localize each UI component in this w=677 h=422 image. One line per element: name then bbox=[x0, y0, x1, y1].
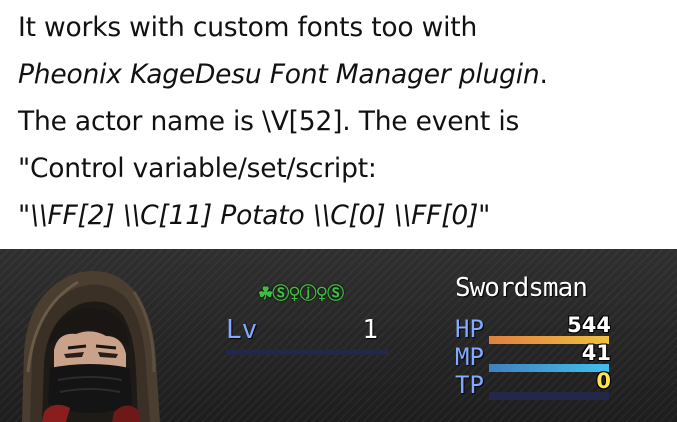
hp-value: 544 bbox=[567, 313, 611, 337]
level-underline bbox=[226, 349, 388, 355]
tp-gauge-track bbox=[489, 392, 609, 400]
mp-value: 41 bbox=[581, 341, 611, 365]
actor-name: ☘Ⓢ♀ⓙ♀Ⓢ bbox=[258, 284, 344, 304]
hp-label: HP bbox=[455, 315, 484, 343]
mp-label: MP bbox=[455, 343, 484, 371]
tp-label: TP bbox=[455, 371, 484, 399]
status-window[interactable]: ☘Ⓢ♀ⓙ♀Ⓢ Lv 1 Swordsman HP 544 MP 41 TP 0 bbox=[0, 249, 677, 422]
caption-line-5: "\\FF[2] \\C[11] Potato \\C[0] \\FF[0]" bbox=[18, 192, 668, 239]
script-code: \\FF[2] \\C[11] Potato \\C[0] \\FF[0] bbox=[30, 200, 479, 231]
tp-gauge-row: TP 0 bbox=[455, 369, 615, 401]
caption-line-1: It works with custom fonts too with bbox=[18, 12, 478, 43]
caption-line-2: Pheonix KageDesu Font Manager plugin. bbox=[18, 51, 668, 98]
caption-line-5-open: " bbox=[18, 200, 30, 231]
mp-gauge-row: MP 41 bbox=[455, 341, 615, 373]
level-value: 1 bbox=[362, 315, 378, 345]
plugin-name: Pheonix KageDesu Font Manager plugin bbox=[18, 59, 540, 90]
caption-text: It works with custom fonts too with Pheo… bbox=[18, 4, 668, 239]
caption-line-2-end: . bbox=[539, 59, 548, 90]
caption-line-4: "Control variable/set/script: bbox=[18, 153, 377, 184]
tp-value: 0 bbox=[596, 369, 611, 393]
actor-class: Swordsman bbox=[455, 273, 588, 303]
caption-line-3: The actor name is \V[52]. The event is bbox=[18, 106, 520, 137]
level-label: Lv bbox=[226, 315, 258, 345]
actor-face-portrait bbox=[22, 271, 160, 422]
caption-line-5-close: " bbox=[478, 200, 491, 231]
